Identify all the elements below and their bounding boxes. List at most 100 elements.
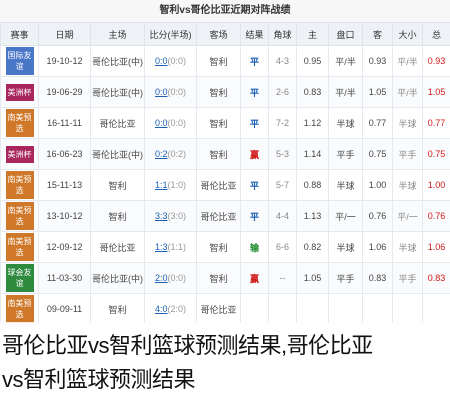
league-badge[interactable]: 球会友谊: [5, 264, 34, 292]
away-team-cell-text[interactable]: 智利: [209, 274, 227, 284]
league-badge[interactable]: 美洲杯: [5, 83, 34, 101]
half-time-score: (0:0): [167, 273, 187, 283]
score-cell[interactable]: 0:0(0:0): [144, 76, 197, 108]
league-badge[interactable]: 南美预选: [5, 109, 34, 137]
away-team-cell-text[interactable]: 智利: [209, 88, 227, 98]
column-header[interactable]: 主: [296, 22, 329, 46]
score-cell[interactable]: 0:2(0:2): [144, 138, 197, 170]
score-link[interactable]: 0:0: [155, 87, 168, 97]
home-team-cell[interactable]: 哥伦比亚(中): [90, 45, 145, 77]
away-team-cell-text[interactable]: 哥伦比亚: [200, 212, 236, 222]
total-cell-text: 0.77: [427, 118, 446, 128]
away-team-cell[interactable]: 智利: [196, 138, 241, 170]
home-team-cell[interactable]: 智利: [90, 169, 145, 201]
away-team-cell[interactable]: 智利: [196, 262, 241, 294]
table-row[interactable]: 球会友谊 11-03-30 哥伦比亚(中) 2:0(0:0) 智利赢 -- 1.05 平手 0.…: [0, 262, 450, 294]
away-team-cell-text[interactable]: 智利: [209, 119, 227, 129]
table-row[interactable]: 南美预选 12-09-12 哥伦比亚 1:3(1:1) 智利 输 6-6 0.82 半球 1.06…: [0, 231, 450, 263]
home-team-cell[interactable]: 智利: [90, 200, 145, 232]
column-header[interactable]: 大小: [392, 22, 423, 46]
result-cell: 输: [240, 231, 269, 263]
league-badge[interactable]: 南美预选: [5, 295, 34, 323]
overunder-cell: 平手: [392, 262, 423, 294]
away-team-cell-text[interactable]: 智利: [209, 57, 227, 67]
away-team-cell-text[interactable]: 哥伦比亚: [200, 305, 236, 315]
score-link[interactable]: 2:0: [155, 273, 168, 283]
column-header[interactable]: 总: [422, 22, 450, 46]
league-badge[interactable]: 南美预选: [5, 202, 34, 230]
score-cell[interactable]: 0:0(0:0): [144, 107, 197, 139]
score-cell[interactable]: 4:0(2:0): [144, 293, 197, 325]
score-link[interactable]: 0:0: [155, 56, 168, 66]
overunder-cell: 平/一: [392, 200, 423, 232]
score-cell[interactable]: 3:3(3:0): [144, 200, 197, 232]
column-header[interactable]: 角球: [268, 22, 297, 46]
home-odds-cell-text: 1.12: [303, 118, 322, 128]
home-team-cell[interactable]: 哥伦比亚: [90, 107, 145, 139]
home-team-cell[interactable]: 哥伦比亚: [90, 231, 145, 263]
home-team-cell-text[interactable]: 哥伦比亚(中): [92, 150, 143, 160]
table-row[interactable]: 南美预选 16-11-11 哥伦比亚 0:0(0:0) 智利 平 7-2 1.12 半球 0.77…: [0, 107, 450, 139]
table-row[interactable]: 南美预选 15-11-13 智利 1:1(1:0) 哥伦比亚平 5-7 0.88 半球 1.00…: [0, 169, 450, 201]
handicap-cell-text: 平/一: [335, 211, 356, 222]
home-team-cell-text[interactable]: 哥伦比亚(中): [92, 57, 143, 67]
column-header[interactable]: 赛事: [0, 22, 39, 46]
table-row[interactable]: 南美预选 09-09-11 智利 4:0(2:0) 哥伦比亚: [0, 293, 450, 325]
table-row[interactable]: 南美预选 13-10-12 智利 3:3(3:0) 哥伦比亚平 4-4 1.13 平/一 0.7…: [0, 200, 450, 232]
home-team-cell-text[interactable]: 哥伦比亚: [99, 119, 135, 129]
score-link[interactable]: 4:0: [155, 304, 168, 314]
home-team-cell[interactable]: 哥伦比亚(中): [90, 262, 145, 294]
total-cell: 1.00: [422, 169, 450, 201]
league-cell: 南美预选: [0, 200, 39, 232]
away-team-cell[interactable]: 哥伦比亚: [196, 200, 241, 232]
home-team-cell-text[interactable]: 哥伦比亚: [99, 243, 135, 253]
away-team-cell[interactable]: 智利: [196, 231, 241, 263]
league-badge[interactable]: 国际友谊: [5, 47, 34, 75]
column-header[interactable]: 客: [362, 22, 393, 46]
home-team-cell-text[interactable]: 智利: [108, 305, 126, 315]
column-header[interactable]: 盘口: [328, 22, 363, 46]
away-odds-cell-text: 1.00: [368, 180, 387, 190]
home-odds-cell: 1.12: [296, 107, 329, 139]
league-badge[interactable]: 南美预选: [5, 233, 34, 261]
away-team-cell[interactable]: 智利: [196, 107, 241, 139]
score-link[interactable]: 3:3: [155, 211, 168, 221]
score-link[interactable]: 0:0: [155, 118, 168, 128]
score-link[interactable]: 1:3: [155, 242, 168, 252]
table-row[interactable]: 美洲杯 16-06-23 哥伦比亚(中) 0:2(0:2) 智利赢 5-3 1.14 平手 0.…: [0, 138, 450, 170]
away-team-cell-text[interactable]: 哥伦比亚: [200, 181, 236, 191]
away-team-cell-text[interactable]: 智利: [209, 243, 227, 253]
corner-cell: 5-7: [268, 169, 297, 201]
table-row[interactable]: 美洲杯 19-06-29 哥伦比亚(中) 0:0(0:0) 智利平 2-6 0.83 平/半 1…: [0, 76, 450, 108]
home-team-cell-text[interactable]: 智利: [108, 181, 126, 191]
home-team-cell[interactable]: 智利: [90, 293, 145, 325]
score-cell[interactable]: 1:3(1:1): [144, 231, 197, 263]
home-team-cell-text[interactable]: 哥伦比亚(中): [92, 274, 143, 284]
home-team-cell-text[interactable]: 哥伦比亚(中): [92, 88, 143, 98]
score-link[interactable]: 1:1: [155, 180, 168, 190]
column-header[interactable]: 主场: [90, 22, 145, 46]
column-header[interactable]: 结果: [240, 22, 269, 46]
score-cell[interactable]: 1:1(1:0): [144, 169, 197, 201]
away-team-cell-text[interactable]: 智利: [209, 150, 227, 160]
away-team-cell[interactable]: 哥伦比亚: [196, 293, 241, 325]
away-team-cell[interactable]: 智利: [196, 76, 241, 108]
home-odds-cell-text: 0.82: [303, 242, 322, 252]
home-team-cell-text[interactable]: 智利: [108, 212, 126, 222]
column-header[interactable]: 客场: [196, 22, 241, 46]
total-cell-text: 1.00: [427, 180, 446, 190]
column-header[interactable]: 比分(半场): [144, 22, 197, 46]
table-row[interactable]: 国际友谊 19-10-12 哥伦比亚(中) 0:0(0:0) 智利平 4-3 0.95 平/半…: [0, 45, 450, 77]
score-cell[interactable]: 0:0(0:0): [144, 45, 197, 77]
away-team-cell[interactable]: 哥伦比亚: [196, 169, 241, 201]
home-team-cell[interactable]: 哥伦比亚(中): [90, 138, 145, 170]
total-cell: 0.93: [422, 45, 450, 77]
league-badge[interactable]: 南美预选: [5, 171, 34, 199]
score-cell[interactable]: 2:0(0:0): [144, 262, 197, 294]
home-team-cell[interactable]: 哥伦比亚(中): [90, 76, 145, 108]
column-header[interactable]: 日期: [38, 22, 91, 46]
overunder-cell: [392, 293, 423, 325]
league-badge[interactable]: 美洲杯: [5, 145, 34, 163]
score-link[interactable]: 0:2: [155, 149, 168, 159]
away-team-cell[interactable]: 智利: [196, 45, 241, 77]
